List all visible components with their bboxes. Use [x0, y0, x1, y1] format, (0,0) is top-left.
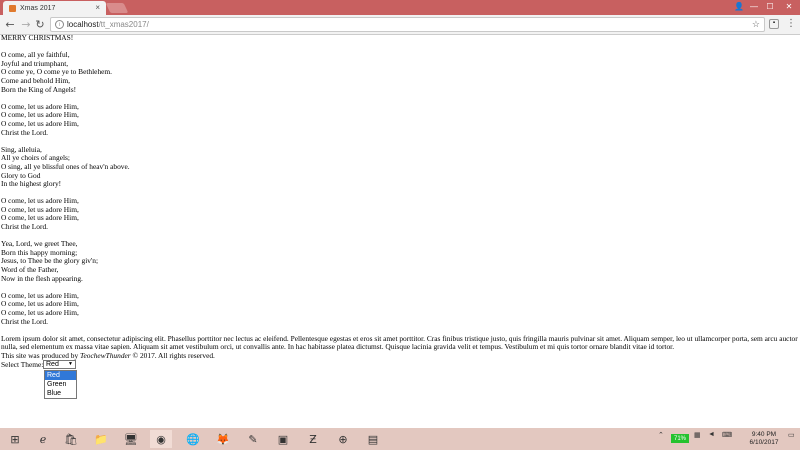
file-explorer-icon[interactable]: 📁	[90, 430, 112, 448]
stanza-4: O come, let us adore Him, O come, let us…	[1, 196, 799, 232]
theme-dropdown-list: Red Green Blue	[44, 369, 77, 399]
theme-select-value: Red	[46, 360, 59, 368]
clock-time: 9:40 PM	[751, 431, 777, 438]
user-profile-icon[interactable]: 👤	[731, 0, 747, 12]
network-tray-icon[interactable]: ▦	[694, 431, 701, 439]
stanza-3: Sing, alleluia, All ye choirs of angels;…	[1, 145, 799, 189]
windows-taskbar: ⊞ ℯ 🛍 📁 🖥 ◉ 🌐 🦊 ✎ ▣ Ƶ ⊕ ▤ ⌃ 71% ▦ ◄ ⌨ 9:…	[0, 428, 800, 450]
clock-date: 6/10/2017	[749, 439, 779, 446]
chrome-icon[interactable]: ◉	[150, 430, 172, 448]
new-tab-button[interactable]	[105, 3, 129, 13]
back-arrow-icon[interactable]: ←	[3, 17, 17, 31]
browser-tab[interactable]: Xmas 2017 ×	[3, 1, 106, 15]
browser-toolbar: ← → ↻ i localhost/tt_xmas2017/ ☆ ▪ ⋮	[0, 15, 800, 35]
forward-arrow-icon[interactable]: →	[19, 17, 33, 31]
bookmark-star-icon[interactable]: ☆	[752, 19, 760, 30]
theme-selector-row: Select Theme: Red ▼ Red Green Blue	[1, 359, 799, 399]
theme-option-blue[interactable]: Blue	[45, 389, 76, 398]
minimize-icon[interactable]: —	[746, 0, 762, 12]
theme-option-green[interactable]: Green	[45, 380, 76, 389]
browser-menu-icon[interactable]: ⋮	[786, 18, 796, 29]
credit-author: TeochewThunder	[80, 350, 131, 360]
url-host: localhost	[67, 20, 99, 29]
stanza-1: O come, all ye faithful, Joyful and triu…	[1, 50, 799, 94]
lyric-line: Christ the Lord.	[1, 222, 49, 232]
media-app-icon[interactable]: ▣	[272, 430, 294, 448]
battery-indicator[interactable]: 71%	[671, 434, 689, 443]
extension-icon[interactable]: ▪	[769, 19, 779, 29]
keyboard-tray-icon[interactable]: ⌨	[722, 431, 732, 439]
tab-title: Xmas 2017	[20, 4, 56, 12]
maximize-icon[interactable]: ☐	[762, 0, 778, 12]
credit-suffix: © 2017. All rights reserved.	[130, 350, 215, 360]
taskbar-clock[interactable]: 9:40 PM 6/10/2017	[744, 431, 784, 447]
tray-up-arrow-icon[interactable]: ⌃	[658, 431, 664, 439]
page-content: MERRY CHRISTMAS! O come, all ye faithful…	[1, 33, 799, 428]
remote-desktop-icon[interactable]: 🖥	[120, 430, 142, 448]
address-bar[interactable]: i localhost/tt_xmas2017/ ☆	[50, 17, 765, 32]
lyric-line: Christ the Lord.	[1, 127, 49, 137]
store-icon[interactable]: 🛍	[60, 430, 82, 448]
volume-tray-icon[interactable]: ◄	[708, 431, 715, 438]
stanza-2: O come, let us adore Him, O come, let us…	[1, 102, 799, 137]
lyric-line: Born the King of Angels!	[1, 84, 77, 94]
theme-option-red[interactable]: Red	[45, 370, 76, 380]
firefox-icon[interactable]: 🦊	[212, 430, 234, 448]
close-tab-icon[interactable]: ×	[95, 3, 100, 12]
theme-select[interactable]: Red ▼	[43, 359, 76, 369]
lyric-line: In the highest glory!	[1, 179, 62, 189]
theme-label: Select Theme:	[1, 359, 44, 369]
windows-start-icon[interactable]: ⊞	[4, 430, 26, 448]
app-circle-icon[interactable]: ⊕	[332, 430, 354, 448]
folder-app-icon[interactable]: ▤	[362, 430, 384, 448]
internet-explorer-icon[interactable]: ℯ	[32, 430, 54, 448]
notepad-icon[interactable]: ✎	[242, 430, 264, 448]
lyric-line: Christ the Lord.	[1, 316, 49, 326]
lyric-line: Now in the flesh appearing.	[1, 273, 83, 283]
filezilla-icon[interactable]: Ƶ	[302, 430, 324, 448]
page-heading: MERRY CHRISTMAS!	[1, 33, 74, 42]
url-path: /tt_xmas2017/	[98, 20, 149, 29]
stanza-5: Yea, Lord, we greet Thee, Born this happ…	[1, 239, 799, 283]
reload-icon[interactable]: ↻	[33, 17, 47, 31]
notifications-icon[interactable]: ▭	[788, 431, 795, 439]
dropdown-arrow-icon: ▼	[68, 360, 73, 367]
site-credit: This site was produced by TeochewThunder…	[1, 350, 799, 361]
favicon-icon	[9, 4, 16, 12]
network-globe-icon[interactable]: 🌐	[182, 430, 204, 448]
close-window-icon[interactable]: ✕	[778, 0, 800, 12]
info-icon[interactable]: i	[55, 20, 64, 29]
stanza-6: O come, let us adore Him, O come, let us…	[1, 291, 799, 326]
lorem-paragraph: Lorem ipsum dolor sit amet, consectetur …	[1, 333, 798, 352]
browser-titlebar: Xmas 2017 × 👤 — ☐ ✕	[0, 0, 800, 15]
